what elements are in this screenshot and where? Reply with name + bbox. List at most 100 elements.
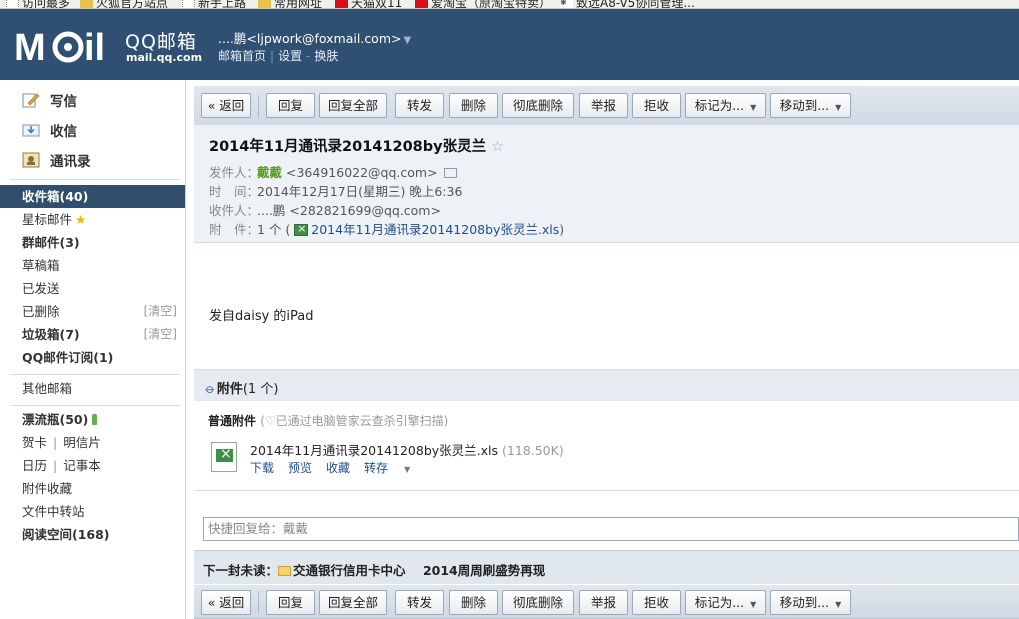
- link-calendar[interactable]: 日历: [22, 458, 47, 473]
- excel-file-icon[interactable]: [211, 442, 237, 472]
- link-notes[interactable]: 记事本: [63, 458, 101, 473]
- tmall-icon: [335, 0, 348, 8]
- report-button[interactable]: 举报: [579, 93, 628, 118]
- attachments-panel: 普通附件 (♡已通过电脑管家云查杀引擎扫描) 2014年11月通讯录201412…: [194, 401, 1019, 491]
- folder-spam[interactable]: 垃圾箱(7) [清空]: [0, 323, 185, 346]
- attachment-file: 2014年11月通讯录20141208by张灵兰.xls (118.50K): [250, 443, 564, 458]
- reply-button[interactable]: 回复: [266, 590, 315, 615]
- folder-file-transfer[interactable]: 文件中转站: [0, 500, 185, 523]
- aitaobao-icon: [415, 0, 428, 8]
- bottle-icon: [92, 414, 98, 425]
- folder-drafts[interactable]: 草稿箱: [0, 254, 185, 277]
- contacts-link[interactable]: 通讯录: [22, 150, 91, 170]
- sidebar: 写信 收信 通讯录 收件箱(40) 星标邮件 ★ 群邮件(3) 草稿箱 已发送 已…: [0, 80, 186, 619]
- mail-time: 时 间：2014年12月17日(星期三) 晚上6:36: [209, 184, 463, 199]
- folder-icon: [258, 0, 271, 8]
- link-settings[interactable]: 设置: [278, 49, 302, 63]
- clear-spam-link[interactable]: [清空]: [144, 323, 177, 346]
- reject-button[interactable]: 拒收: [632, 590, 681, 615]
- folder-other-mailboxes[interactable]: 其他邮箱: [0, 377, 185, 400]
- contacts-icon: [22, 152, 40, 168]
- caret-down-icon: ▼: [750, 103, 757, 112]
- caret-down-icon: ▼: [835, 103, 842, 112]
- bookmark-tmall[interactable]: 天猫双11: [335, 0, 402, 8]
- mark-as-dropdown[interactable]: 标记为... ▼: [685, 590, 766, 615]
- bookmark-firefox-site[interactable]: 火狐官方站点: [80, 0, 168, 8]
- link-skin[interactable]: 换肤: [314, 49, 338, 63]
- bookmark-aitaobao[interactable]: 爱淘宝（原淘宝特卖）: [415, 0, 551, 8]
- envelope-icon: [278, 566, 292, 576]
- caret-down-icon: ▼: [404, 465, 411, 474]
- back-button[interactable]: « 返回: [201, 93, 251, 118]
- logo-url: mail.qq.com: [126, 51, 203, 64]
- recipient-name: ....鹏: [257, 203, 286, 218]
- folder-attachment-favorites[interactable]: 附件收藏: [0, 477, 185, 500]
- save-link[interactable]: 收藏: [326, 461, 350, 475]
- svg-text:M: M: [14, 27, 46, 67]
- folder-inbox[interactable]: 收件箱(40): [0, 185, 185, 208]
- mail-body: 发自daisy 的iPad: [209, 309, 314, 324]
- link-postcards[interactable]: 明信片: [63, 435, 101, 450]
- clear-deleted-link[interactable]: [清空]: [144, 300, 177, 323]
- folder-calendar-row: 日历 | 记事本: [22, 458, 101, 473]
- folder-starred[interactable]: 星标邮件 ★: [0, 208, 185, 231]
- mail-header-info: 2014年11月通讯录20141208by张灵兰 ☆ 发件人：戴戴 <364916…: [194, 125, 1019, 243]
- bookmark-seeyon[interactable]: ✱ 致远A8-V5协同管理...: [560, 0, 695, 8]
- star-outline-icon[interactable]: ☆: [491, 139, 504, 155]
- recipient-email: <282821699@qq.com>: [289, 203, 441, 218]
- folder-drift-bottle[interactable]: 漂流瓶(50): [0, 408, 185, 431]
- attachment-actions: 下载 预览 收藏 转存 ▼: [250, 459, 438, 476]
- reply-all-button[interactable]: 回复全部: [319, 93, 387, 118]
- link-mail-home[interactable]: 邮箱首页: [218, 49, 266, 63]
- folder-subscriptions[interactable]: QQ邮件订阅(1): [0, 346, 185, 369]
- delete-button[interactable]: 删除: [449, 590, 498, 615]
- top-toolbar: « 返回 回复 回复全部 转发 删除 彻底删除 举报 拒收 标记为... ▼ 移动…: [194, 86, 1019, 130]
- move-to-dropdown[interactable]: 移动到... ▼: [770, 93, 851, 118]
- forward-button[interactable]: 转发: [395, 93, 444, 118]
- quick-reply-input[interactable]: 快捷回复给：戴戴: [203, 517, 1019, 541]
- scan-note: (♡已通过电脑管家云查杀引擎扫描): [260, 414, 449, 428]
- bookmark-getting-started[interactable]: 新手上路: [182, 0, 246, 8]
- bottom-toolbar: « 返回 回复 回复全部 转发 删除 彻底删除 举报 拒收 标记为... ▼ 移动…: [194, 585, 1019, 619]
- download-link[interactable]: 下载: [250, 461, 274, 475]
- preview-link[interactable]: 预览: [288, 461, 312, 475]
- forward-button[interactable]: 转发: [395, 590, 444, 615]
- bookmark-common-sites[interactable]: 常用网址: [258, 0, 322, 8]
- back-button[interactable]: « 返回: [201, 590, 251, 615]
- logo-text: QQ邮箱: [125, 31, 197, 53]
- folder-deleted[interactable]: 已删除 [清空]: [0, 300, 185, 323]
- mark-as-dropdown[interactable]: 标记为... ▼: [685, 93, 766, 118]
- contact-card-icon[interactable]: [443, 168, 457, 178]
- mail-logo-icon[interactable]: M il: [14, 27, 119, 67]
- purge-button[interactable]: 彻底删除: [502, 93, 574, 118]
- delete-button[interactable]: 删除: [449, 93, 498, 118]
- sender-name[interactable]: 戴戴: [257, 165, 282, 180]
- account-switcher[interactable]: ....鹏<ljpwork@foxmail.com> ▼: [218, 28, 411, 47]
- folder-group[interactable]: 群邮件(3): [0, 231, 185, 254]
- purge-button[interactable]: 彻底删除: [502, 590, 574, 615]
- attachment-type: 普通附件 (♡已通过电脑管家云查杀引擎扫描): [208, 414, 449, 428]
- compose-link[interactable]: 写信: [22, 90, 77, 110]
- move-to-dropdown[interactable]: 移动到... ▼: [770, 590, 851, 615]
- inbox-icon: [22, 124, 40, 137]
- folder-sent[interactable]: 已发送: [0, 277, 185, 300]
- attachments-title: ⌀附件(1 个): [202, 381, 279, 398]
- folder-cards-row: 贺卡 | 明信片: [22, 435, 101, 450]
- link-cards[interactable]: 贺卡: [22, 435, 47, 450]
- reply-button[interactable]: 回复: [266, 93, 315, 118]
- caret-down-icon: ▼: [835, 600, 842, 609]
- next-unread[interactable]: 下一封未读： 交通银行信用卡中心 2014周周刷盛势再现: [203, 560, 545, 579]
- folder-reading-space[interactable]: 阅读空间(168): [0, 523, 185, 546]
- attachment-link[interactable]: 2014年11月通讯录20141208by张灵兰.xls: [311, 222, 559, 237]
- reject-button[interactable]: 拒收: [632, 93, 681, 118]
- caret-down-icon: ▼: [403, 35, 412, 46]
- report-button[interactable]: 举报: [579, 590, 628, 615]
- bookmark-most-visited[interactable]: 访问最多: [6, 0, 70, 8]
- attachments-header: ⌀附件(1 个): [194, 369, 1019, 401]
- transfer-dropdown[interactable]: 转存 ▼: [364, 461, 424, 475]
- inbox-link[interactable]: 收信: [22, 120, 77, 140]
- mail-subject: 2014年11月通讯录20141208by张灵兰 ☆: [209, 139, 505, 155]
- reply-all-button[interactable]: 回复全部: [319, 590, 387, 615]
- mail-view: « 返回 回复 回复全部 转发 删除 彻底删除 举报 拒收 标记为... ▼ 移动…: [194, 80, 1019, 619]
- svg-text:il: il: [84, 27, 105, 67]
